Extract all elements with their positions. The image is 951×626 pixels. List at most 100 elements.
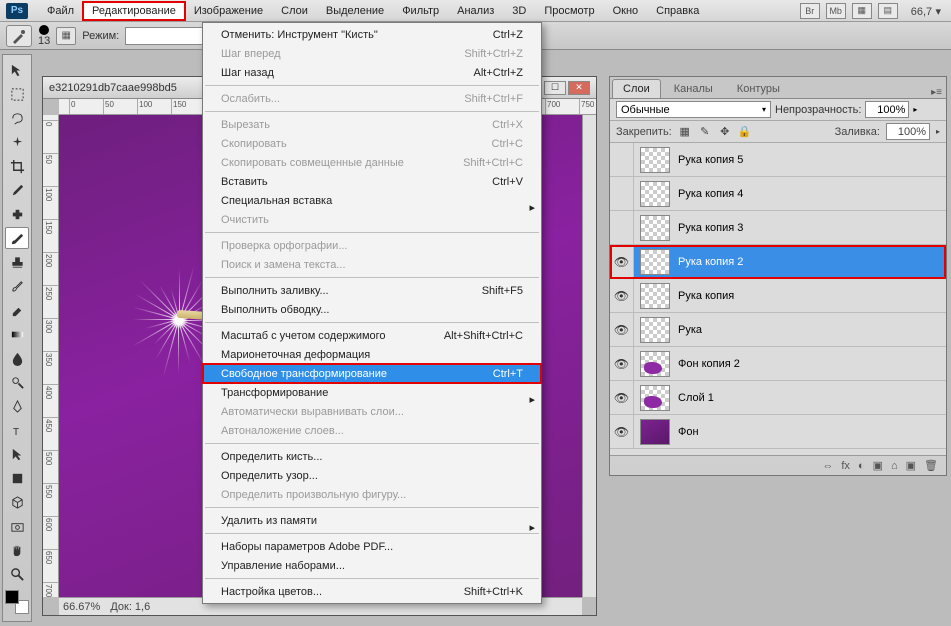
menu-редактирование[interactable]: Редактирование xyxy=(83,2,185,20)
menu-item[interactable]: Марионеточная деформация xyxy=(203,345,541,364)
launcher-icon[interactable]: ▦ xyxy=(852,3,872,19)
close-button[interactable]: ✕ xyxy=(568,81,590,95)
menu-item[interactable]: Выполнить обводку... xyxy=(203,300,541,319)
tool-preset-picker[interactable] xyxy=(6,25,32,47)
layer-name[interactable]: Рука xyxy=(676,324,946,336)
visibility-toggle[interactable] xyxy=(610,143,634,176)
panel-menu-icon[interactable]: ▸≡ xyxy=(931,87,942,98)
menu-справка[interactable]: Справка xyxy=(647,2,708,20)
status-doc-size[interactable]: Док: 1,6 xyxy=(110,601,150,613)
vertical-ruler[interactable]: 0501001502002503003504004505005506006507… xyxy=(43,115,59,597)
menu-item[interactable]: Масштаб с учетом содержимогоAlt+Shift+Ct… xyxy=(203,326,541,345)
lock-pixels-icon[interactable]: ✎ xyxy=(698,125,712,139)
layer-row[interactable]: Рука копия 5 xyxy=(610,143,946,177)
menu-item[interactable]: Наборы параметров Adobe PDF... xyxy=(203,537,541,556)
layer-thumbnail[interactable] xyxy=(640,147,670,173)
layer-name[interactable]: Слой 1 xyxy=(676,392,946,404)
brush-tool[interactable] xyxy=(5,227,29,249)
eraser-tool[interactable] xyxy=(5,299,29,321)
dodge-tool[interactable] xyxy=(5,371,29,393)
layer-thumbnail[interactable] xyxy=(640,419,670,445)
visibility-toggle[interactable] xyxy=(610,177,634,210)
layer-name[interactable]: Фон xyxy=(676,426,946,438)
panel-tab[interactable]: Каналы xyxy=(663,79,724,98)
layer-row[interactable]: Рука копия 4 xyxy=(610,177,946,211)
maximize-button[interactable]: ☐ xyxy=(544,81,566,95)
layer-name[interactable]: Рука копия 2 xyxy=(676,256,946,268)
brush-size-indicator[interactable]: 13 xyxy=(38,25,50,47)
blur-tool[interactable] xyxy=(5,347,29,369)
menu-item[interactable]: Шаг назадAlt+Ctrl+Z xyxy=(203,63,541,82)
layer-name[interactable]: Рука копия 4 xyxy=(676,188,946,200)
blend-mode-select[interactable]: Обычные xyxy=(616,101,771,118)
type-tool[interactable]: T xyxy=(5,419,29,441)
menu-item[interactable]: Свободное трансформированиеCtrl+T xyxy=(203,364,541,383)
visibility-toggle[interactable]: 👁 xyxy=(610,415,634,448)
menu-item[interactable]: Определить кисть... xyxy=(203,447,541,466)
marquee-tool[interactable] xyxy=(5,83,29,105)
menu-фильтр[interactable]: Фильтр xyxy=(393,2,448,20)
layer-thumbnail[interactable] xyxy=(640,385,670,411)
layer-name[interactable]: Рука копия 3 xyxy=(676,222,946,234)
layer-action-icon[interactable]: ◐ xyxy=(858,460,865,472)
launcher-icon[interactable]: Br xyxy=(800,3,820,19)
lasso-tool[interactable] xyxy=(5,107,29,129)
visibility-toggle[interactable] xyxy=(610,211,634,244)
menu-item[interactable]: Отменить: Инструмент "Кисть"Ctrl+Z xyxy=(203,25,541,44)
pen-tool[interactable] xyxy=(5,395,29,417)
color-swatches[interactable] xyxy=(5,590,29,614)
menu-item[interactable]: Управление наборами... xyxy=(203,556,541,575)
lock-transparency-icon[interactable]: ▦ xyxy=(678,125,692,139)
wand-tool[interactable] xyxy=(5,131,29,153)
eyedropper-tool[interactable] xyxy=(5,179,29,201)
layer-name[interactable]: Рука копия xyxy=(676,290,946,302)
layer-action-icon[interactable]: ▣ xyxy=(906,459,916,472)
menu-3d[interactable]: 3D xyxy=(503,2,535,20)
launcher-icon[interactable]: Mb xyxy=(826,3,846,19)
brush-panel-toggle[interactable]: ▦ xyxy=(56,27,76,45)
opacity-input[interactable]: 100% xyxy=(865,101,909,118)
visibility-toggle[interactable]: 👁 xyxy=(610,245,634,278)
layer-row[interactable]: Рука копия 3 xyxy=(610,211,946,245)
zoom-indicator[interactable]: 66,7 ▾ xyxy=(911,4,941,18)
menu-выделение[interactable]: Выделение xyxy=(317,2,393,20)
launcher-icon[interactable]: ▤ xyxy=(878,3,898,19)
gradient-tool[interactable] xyxy=(5,323,29,345)
layer-thumbnail[interactable] xyxy=(640,215,670,241)
move-tool[interactable] xyxy=(5,59,29,81)
menu-item[interactable]: ВставитьCtrl+V xyxy=(203,172,541,191)
menu-item[interactable]: Удалить из памяти xyxy=(203,511,541,530)
crop-tool[interactable] xyxy=(5,155,29,177)
menu-анализ[interactable]: Анализ xyxy=(448,2,503,20)
layer-thumbnail[interactable] xyxy=(640,317,670,343)
path-select-tool[interactable] xyxy=(5,443,29,465)
lock-all-icon[interactable]: 🔒 xyxy=(738,125,752,139)
layer-thumbnail[interactable] xyxy=(640,351,670,377)
lock-position-icon[interactable]: ✥ xyxy=(718,125,732,139)
camera-tool[interactable] xyxy=(5,515,29,537)
menu-item[interactable]: Специальная вставка xyxy=(203,191,541,210)
layer-row[interactable]: 👁 Рука копия 2 xyxy=(610,245,946,279)
menu-item[interactable]: Выполнить заливку...Shift+F5 xyxy=(203,281,541,300)
heal-tool[interactable] xyxy=(5,203,29,225)
history-brush-tool[interactable] xyxy=(5,275,29,297)
panel-tab[interactable]: Контуры xyxy=(726,79,791,98)
visibility-toggle[interactable]: 👁 xyxy=(610,313,634,346)
menu-окно[interactable]: Окно xyxy=(604,2,648,20)
visibility-toggle[interactable]: 👁 xyxy=(610,347,634,380)
menu-item[interactable]: Определить узор... xyxy=(203,466,541,485)
layer-action-icon[interactable]: fx xyxy=(841,460,850,472)
layer-action-icon[interactable]: ▣ xyxy=(873,459,883,472)
layer-action-icon[interactable]: ⌂ xyxy=(891,460,898,472)
stamp-tool[interactable] xyxy=(5,251,29,273)
layer-row[interactable]: 👁Фон копия 2 xyxy=(610,347,946,381)
visibility-toggle[interactable]: 👁 xyxy=(610,279,634,312)
3d-tool[interactable] xyxy=(5,491,29,513)
layer-row[interactable]: 👁 Фон xyxy=(610,415,946,449)
status-zoom[interactable]: 66.67% xyxy=(63,601,100,613)
layer-thumbnail[interactable] xyxy=(640,283,670,309)
visibility-toggle[interactable]: 👁 xyxy=(610,381,634,414)
layer-thumbnail[interactable] xyxy=(640,249,670,275)
layer-row[interactable]: 👁 Рука xyxy=(610,313,946,347)
vertical-scrollbar[interactable] xyxy=(582,115,596,597)
